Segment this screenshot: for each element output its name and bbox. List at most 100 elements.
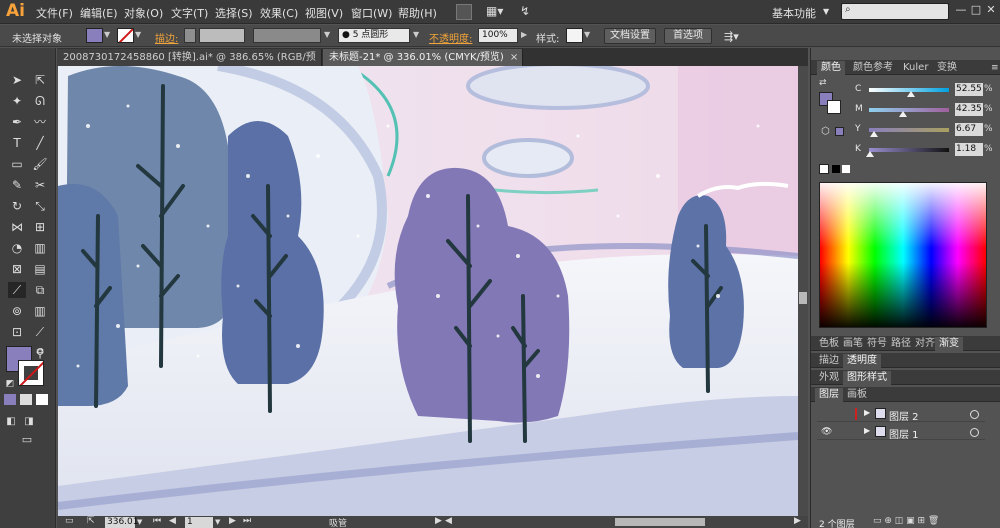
eyedropper-tool-icon[interactable]: ⟋ bbox=[8, 282, 26, 298]
stroke-weight-field[interactable] bbox=[199, 28, 245, 43]
open-in-bridge-icon[interactable]: ⇱ bbox=[87, 516, 95, 526]
layer-target-icon[interactable] bbox=[970, 428, 979, 437]
mesh-tool-icon[interactable]: ⊠ bbox=[8, 261, 26, 277]
rotate-tool-icon[interactable]: ↻ bbox=[8, 198, 26, 214]
tab-artboards[interactable]: 画板 bbox=[843, 388, 871, 402]
menu-object[interactable]: 对象(O) bbox=[124, 5, 163, 21]
artboard-canvas[interactable] bbox=[58, 66, 798, 516]
tab-stroke[interactable]: 描边 bbox=[815, 354, 843, 368]
symbol-sprayer-tool-icon[interactable]: ⊚ bbox=[8, 303, 26, 319]
cyan-slider[interactable]: C 52.55 % bbox=[811, 82, 1000, 98]
layer-row[interactable]: 👁 ▶ 图层 1 bbox=[817, 424, 985, 441]
maximize-icon[interactable]: □ bbox=[970, 4, 982, 16]
opacity-label[interactable]: 不透明度: bbox=[429, 30, 472, 45]
tab-kuler[interactable]: Kuler bbox=[899, 61, 932, 75]
tab-graphic-styles[interactable]: 图形样式 bbox=[843, 371, 891, 385]
magic-wand-tool-icon[interactable]: ✦ bbox=[8, 93, 26, 109]
menu-file[interactable]: 文件(F) bbox=[36, 5, 73, 21]
stroke-color-box[interactable] bbox=[18, 360, 44, 386]
direct-selection-tool-icon[interactable]: ⇱ bbox=[31, 72, 49, 88]
pencil-tool-icon[interactable]: ✎ bbox=[8, 177, 26, 193]
perspective-grid-tool-icon[interactable]: ▥ bbox=[31, 240, 49, 256]
color-spectrum[interactable] bbox=[819, 182, 987, 328]
last-page-icon[interactable]: ⏭ bbox=[243, 516, 251, 526]
gpu-performance-icon[interactable]: ↯ bbox=[520, 4, 536, 20]
draw-normal-icon[interactable]: ◧ bbox=[4, 414, 18, 430]
horizontal-scroll-thumb[interactable] bbox=[615, 518, 705, 526]
tab-appearance[interactable]: 外观 bbox=[815, 371, 843, 385]
panel-menu-icon[interactable]: ≡ bbox=[991, 63, 999, 73]
black-color-swatch[interactable] bbox=[831, 164, 841, 174]
none-color-icon[interactable] bbox=[819, 164, 829, 174]
minimize-icon[interactable]: — bbox=[955, 4, 967, 16]
vertical-scrollbar[interactable] bbox=[798, 66, 808, 516]
graphic-style-swatch[interactable] bbox=[566, 28, 583, 43]
selection-tool-icon[interactable]: ➤ bbox=[8, 72, 26, 88]
magenta-slider[interactable]: M 42.35 % bbox=[811, 102, 1000, 118]
line-tool-icon[interactable]: ╱ bbox=[31, 135, 49, 151]
draw-behind-icon[interactable]: ◨ bbox=[22, 414, 36, 430]
slider-knob[interactable] bbox=[907, 91, 916, 97]
chevron-down-icon[interactable]: ▼ bbox=[324, 30, 330, 39]
stroke-swatch[interactable] bbox=[117, 28, 134, 43]
tab-gradient[interactable]: 渐变 bbox=[935, 337, 963, 351]
gradient-tool-icon[interactable]: ▤ bbox=[31, 261, 49, 277]
brush-definition-dropdown[interactable]: ● 5 点圆形 bbox=[338, 28, 410, 43]
menu-edit[interactable]: 编辑(E) bbox=[80, 5, 118, 21]
scissors-tool-icon[interactable]: ✂ bbox=[31, 177, 49, 193]
column-graph-tool-icon[interactable]: ▥ bbox=[31, 303, 49, 319]
chevron-down-icon[interactable]: ▼ bbox=[215, 518, 220, 526]
none-mode-icon[interactable] bbox=[36, 394, 48, 405]
free-transform-tool-icon[interactable]: ⊞ bbox=[31, 219, 49, 235]
swap-colors-icon[interactable]: ⇄ bbox=[34, 344, 46, 360]
type-tool-icon[interactable]: T bbox=[8, 135, 26, 151]
rectangle-tool-icon[interactable]: ▭ bbox=[8, 156, 26, 172]
next-page-icon[interactable]: ▶ bbox=[229, 516, 236, 526]
menu-view[interactable]: 视图(V) bbox=[305, 5, 343, 21]
menu-window[interactable]: 窗口(W) bbox=[351, 5, 392, 21]
curvature-tool-icon[interactable]: 〰 bbox=[31, 114, 49, 130]
screen-mode-icon[interactable]: ▭ bbox=[16, 432, 38, 448]
stroke-label[interactable]: 描边: bbox=[155, 30, 178, 45]
arrange-documents-icon[interactable]: ▦▾ bbox=[486, 4, 503, 20]
menu-effect[interactable]: 效果(C) bbox=[260, 5, 298, 21]
chevron-down-icon[interactable]: ▼ bbox=[584, 30, 590, 39]
menu-select[interactable]: 选择(S) bbox=[215, 5, 253, 21]
variable-width-profile[interactable] bbox=[253, 28, 321, 43]
shape-builder-tool-icon[interactable]: ◔ bbox=[8, 240, 26, 256]
tab-transform[interactable]: 变换 bbox=[933, 61, 961, 75]
tab-color-guide[interactable]: 颜色参考 bbox=[849, 61, 897, 75]
width-tool-icon[interactable]: ⋈ bbox=[8, 219, 26, 235]
align-options-icon[interactable]: ⇶▾ bbox=[724, 30, 739, 43]
chevron-right-icon[interactable]: ▶ bbox=[521, 30, 527, 39]
slider-knob[interactable] bbox=[898, 111, 907, 117]
blend-tool-icon[interactable]: ⧉ bbox=[31, 282, 49, 298]
document-setup-button[interactable]: 文档设置 bbox=[604, 28, 656, 44]
default-colors-icon[interactable]: ◩ bbox=[4, 376, 16, 392]
menu-type[interactable]: 文字(T) bbox=[171, 5, 208, 21]
slider-knob[interactable] bbox=[870, 131, 879, 137]
zoom-field[interactable]: 336.01 bbox=[105, 517, 139, 528]
chevron-down-icon[interactable]: ▼ bbox=[823, 7, 829, 16]
gradient-mode-icon[interactable] bbox=[20, 394, 32, 405]
opacity-field[interactable]: 100% bbox=[478, 28, 518, 43]
first-page-icon[interactable]: ⏮ bbox=[153, 516, 161, 526]
chevron-right-icon[interactable]: ▶ bbox=[864, 426, 870, 435]
workspace-switcher[interactable]: 基本功能 bbox=[772, 5, 816, 21]
tab-color[interactable]: 颜色 bbox=[817, 61, 845, 75]
tab-document-2[interactable]: 未标题-21* @ 336.01% (CMYK/预览) × bbox=[323, 49, 523, 66]
color-mode-icon[interactable] bbox=[4, 394, 16, 405]
page-number-field[interactable]: 1 bbox=[185, 517, 213, 528]
scale-tool-icon[interactable]: ⤡ bbox=[31, 198, 49, 214]
close-icon[interactable]: × bbox=[510, 52, 518, 63]
yellow-slider[interactable]: Y 6.67 % bbox=[811, 122, 1000, 138]
close-icon[interactable]: ✕ bbox=[985, 4, 997, 16]
search-input[interactable]: ⌕ bbox=[841, 3, 949, 20]
white-color-swatch[interactable] bbox=[841, 164, 851, 174]
fill-swatch[interactable] bbox=[86, 28, 103, 43]
chevron-down-icon[interactable]: ▼ bbox=[137, 518, 142, 526]
tab-layers[interactable]: 图层 bbox=[815, 388, 843, 402]
scroll-left-icon[interactable]: ◀ bbox=[445, 516, 452, 526]
chevron-down-icon[interactable]: ▼ bbox=[135, 30, 141, 39]
slice-tool-icon[interactable]: ⟋ bbox=[31, 324, 49, 340]
